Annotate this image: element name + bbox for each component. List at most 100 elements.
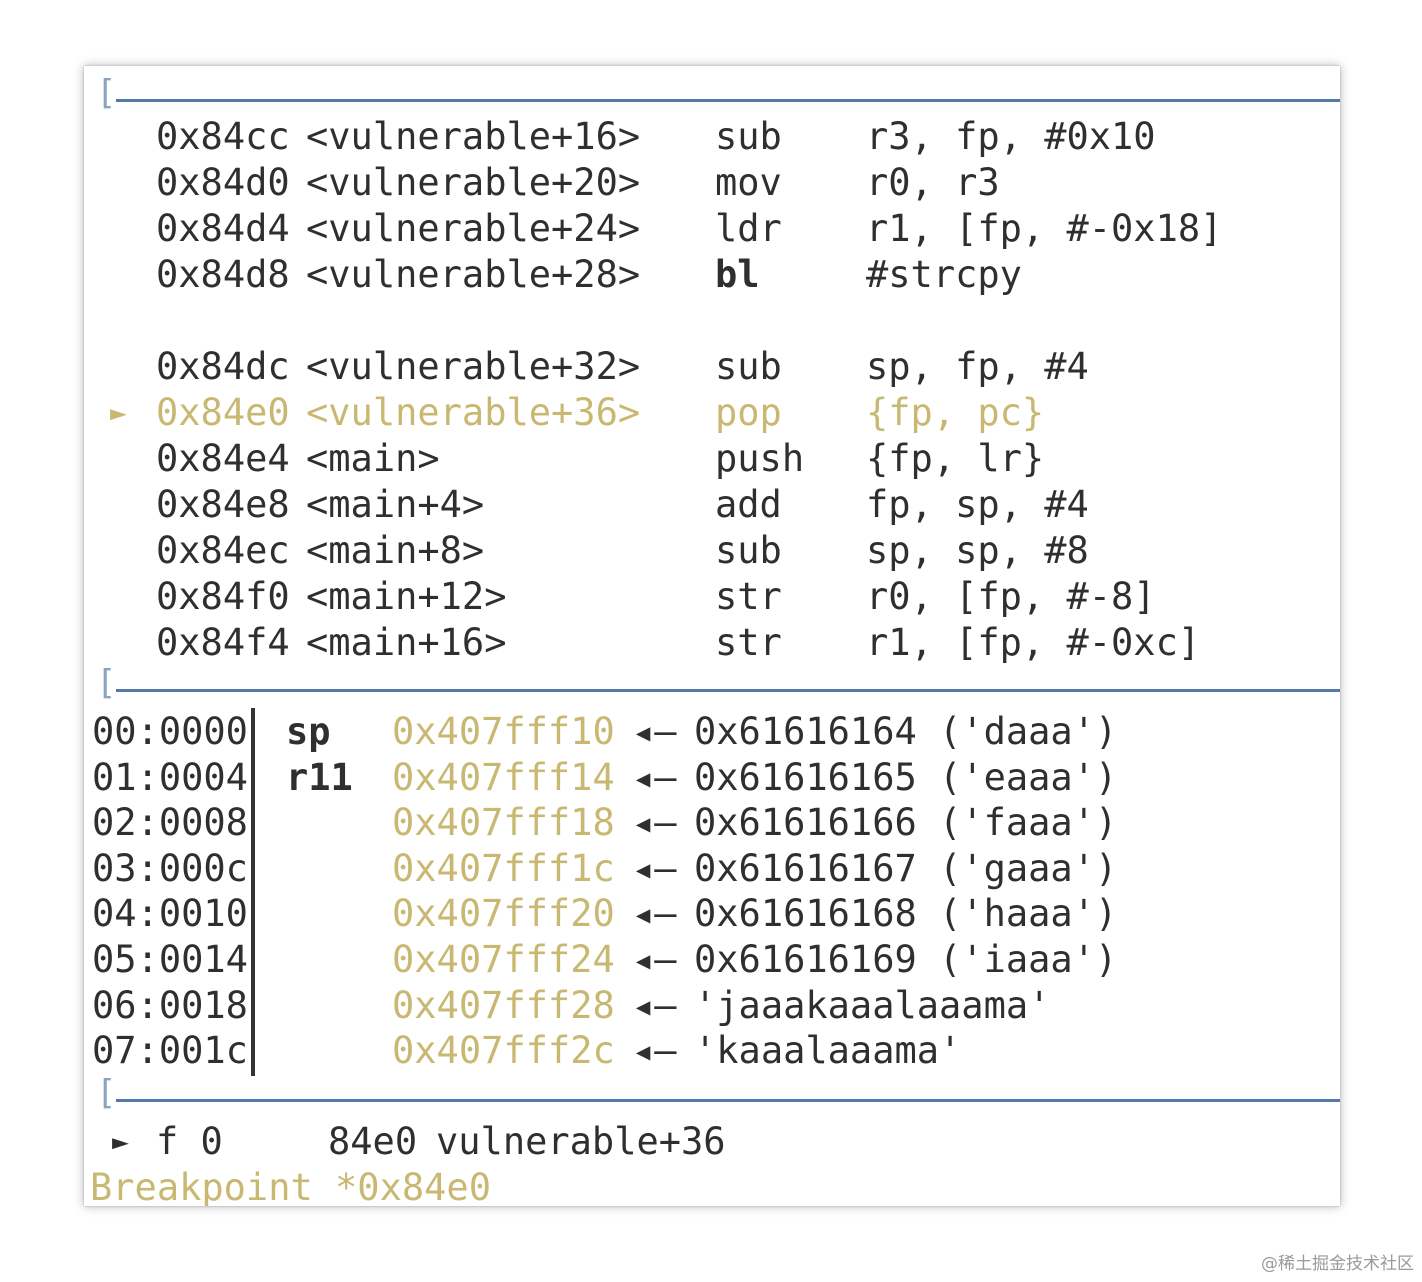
stack-address: 0x407fff28 <box>392 983 615 1027</box>
stack-offset: 04:0010 <box>92 892 248 936</box>
stack-register: r11 <box>286 755 353 799</box>
instruction-operands: #strcpy <box>866 253 1022 296</box>
stack-address: 0x407fff1c <box>392 846 615 890</box>
disasm-row: 0x84f0 <main+12> str r0, [fp, #-8] <box>84 574 1340 620</box>
stack-offset: 07:001c <box>92 1029 248 1073</box>
instruction-address: 0x84d4 <box>156 207 290 250</box>
instruction-symbol: <vulnerable+28> <box>306 253 641 296</box>
instruction-symbol: <vulnerable+36> <box>306 391 641 434</box>
instruction-operands: sp, sp, #8 <box>866 529 1089 572</box>
stack-row: 05:0014 0x407fff24 ◂— 0x61616169 ('iaaa') <box>84 937 1340 983</box>
arrow-icon: ◂— <box>632 892 677 936</box>
instruction-mnemonic: add <box>715 483 782 526</box>
stack-address: 0x407fff18 <box>392 801 615 845</box>
stack-register: sp <box>286 710 331 753</box>
stack-offset: 06:0018 <box>92 983 248 1027</box>
arrow-icon: ◂— <box>632 983 677 1027</box>
disasm-row: 0x84dc <vulnerable+32> sub sp, fp, #4 <box>84 344 1340 390</box>
stack-value: 0x61616165 ('eaaa') <box>694 755 1118 799</box>
instruction-symbol: <vulnerable+32> <box>306 345 641 388</box>
instruction-address: 0x84e4 <box>156 437 290 480</box>
stack-offset: 01:0004 <box>92 755 248 799</box>
instruction-operands: {fp, pc} <box>866 391 1045 434</box>
instruction-mnemonic: push <box>715 437 805 480</box>
instruction-symbol: <vulnerable+24> <box>306 207 641 250</box>
stack-offset: 05:0014 <box>92 938 248 981</box>
stack-value: 'jaaakaaalaaama' <box>694 983 1051 1027</box>
frame-symbol: vulnerable+36 <box>436 1120 726 1163</box>
instruction-operands: sp, fp, #4 <box>866 345 1089 388</box>
stack-value: 0x61616168 ('haaa') <box>694 892 1118 936</box>
instruction-address: 0x84f0 <box>156 575 290 618</box>
instruction-mnemonic: bl <box>715 253 760 296</box>
backtrace-row: ► f 0 84e0 vulnerable+36 <box>84 1119 1340 1165</box>
disasm-row: ► 0x84e0 <vulnerable+36> pop {fp, pc} <box>84 390 1340 436</box>
breakpoint-message: Breakpoint *0x84e0 <box>90 1166 491 1206</box>
instruction-mnemonic: sub <box>715 115 782 158</box>
stack-row: 03:000c 0x407fff1c ◂— 0x61616167 ('gaaa') <box>84 846 1340 892</box>
disasm-row: 0x84e8 <main+4> add fp, sp, #4 <box>84 482 1340 528</box>
stack-address: 0x407fff24 <box>392 938 615 981</box>
disasm-row: 0x84d8 <vulnerable+28> bl #strcpy <box>84 252 1340 298</box>
stack-offset: 03:000c <box>92 846 248 890</box>
instruction-operands: r1, [fp, #-0xc] <box>866 621 1201 664</box>
stack-value: 0x61616164 ('daaa') <box>694 710 1118 753</box>
stack-row: 06:0018 0x407fff28 ◂— 'jaaakaaalaaama' <box>84 983 1340 1029</box>
disasm-row: 0x84e4 <main> push {fp, lr} <box>84 436 1340 482</box>
instruction-mnemonic: str <box>715 575 782 618</box>
instruction-mnemonic: sub <box>715 529 782 572</box>
disasm-row: 0x84cc <vulnerable+16> sub r3, fp, #0x10 <box>84 114 1340 160</box>
instruction-mnemonic: str <box>715 621 782 664</box>
stack-row: 02:0008 0x407fff18 ◂— 0x61616166 ('faaa') <box>84 800 1340 846</box>
instruction-address: 0x84dc <box>156 345 290 388</box>
instruction-operands: r3, fp, #0x10 <box>866 115 1156 158</box>
disasm-row: 0x84f4 <main+16> str r1, [fp, #-0xc] <box>84 620 1340 666</box>
stack-row: 04:0010 0x407fff20 ◂— 0x61616168 ('haaa') <box>84 891 1340 937</box>
instruction-mnemonic: sub <box>715 345 782 388</box>
instruction-mnemonic: ldr <box>715 207 782 250</box>
backtrace-separator: [ <box>96 1076 1340 1110</box>
stack-value: 0x61616167 ('gaaa') <box>694 846 1118 890</box>
stack-address: 0x407fff20 <box>392 892 615 936</box>
stack-value: 'kaaalaaama' <box>694 1029 962 1073</box>
stack-offset: 00:0000 <box>92 710 248 753</box>
arrow-icon: ◂— <box>632 801 677 845</box>
arrow-icon: ◂— <box>632 755 677 799</box>
instruction-address: 0x84ec <box>156 529 290 572</box>
instruction-symbol: <vulnerable+20> <box>306 161 641 204</box>
instruction-address: 0x84cc <box>156 115 290 158</box>
disasm-row: 0x84ec <main+8> sub sp, sp, #8 <box>84 528 1340 574</box>
frame-number: f 0 <box>156 1120 223 1163</box>
instruction-operands: r0, [fp, #-8] <box>866 575 1156 618</box>
arrow-icon: ◂— <box>632 846 677 890</box>
instruction-address: 0x84d0 <box>156 161 290 204</box>
stack-value: 0x61616169 ('iaaa') <box>694 938 1118 981</box>
stack-value: 0x61616166 ('faaa') <box>694 801 1118 845</box>
instruction-symbol: <vulnerable+16> <box>306 115 641 158</box>
arrow-icon: ◂— <box>632 1029 677 1073</box>
disasm-separator: [ <box>96 76 1340 110</box>
instruction-address: 0x84e8 <box>156 483 290 526</box>
current-instruction-arrow-icon: ► <box>110 396 127 429</box>
instruction-mnemonic: pop <box>715 391 782 434</box>
instruction-address: 0x84d8 <box>156 253 290 296</box>
frame-arrow-icon: ► <box>112 1125 129 1158</box>
stack-address: 0x407fff2c <box>392 1029 615 1073</box>
instruction-symbol: <main+16> <box>306 621 507 664</box>
stack-separator: [ <box>96 666 1340 700</box>
disasm-row: 0x84d4 <vulnerable+24> ldr r1, [fp, #-0x18] <box>84 206 1340 252</box>
stack-divider <box>251 708 255 1076</box>
frame-address: 84e0 <box>328 1120 418 1163</box>
instruction-address: 0x84e0 <box>156 391 290 434</box>
stack-row: 00:0000 sp 0x407fff10 ◂— 0x61616164 ('daaa') <box>84 709 1340 755</box>
instruction-operands: r1, [fp, #-0x18] <box>866 207 1223 250</box>
debugger-terminal: [ 0x84cc <vulnerable+16> sub r3, fp, #0x10 0… <box>84 66 1340 1206</box>
stack-address: 0x407fff14 <box>392 755 615 799</box>
disasm-row: 0x84d0 <vulnerable+20> mov r0, r3 <box>84 160 1340 206</box>
arrow-icon: ◂— <box>632 710 677 753</box>
instruction-symbol: <main> <box>306 437 440 480</box>
instruction-operands: {fp, lr} <box>866 437 1045 480</box>
arrow-icon: ◂— <box>632 938 677 981</box>
watermark: @稀土掘金技术社区 <box>1261 1254 1414 1274</box>
stack-row: 07:001c 0x407fff2c ◂— 'kaaalaaama' <box>84 1028 1340 1074</box>
